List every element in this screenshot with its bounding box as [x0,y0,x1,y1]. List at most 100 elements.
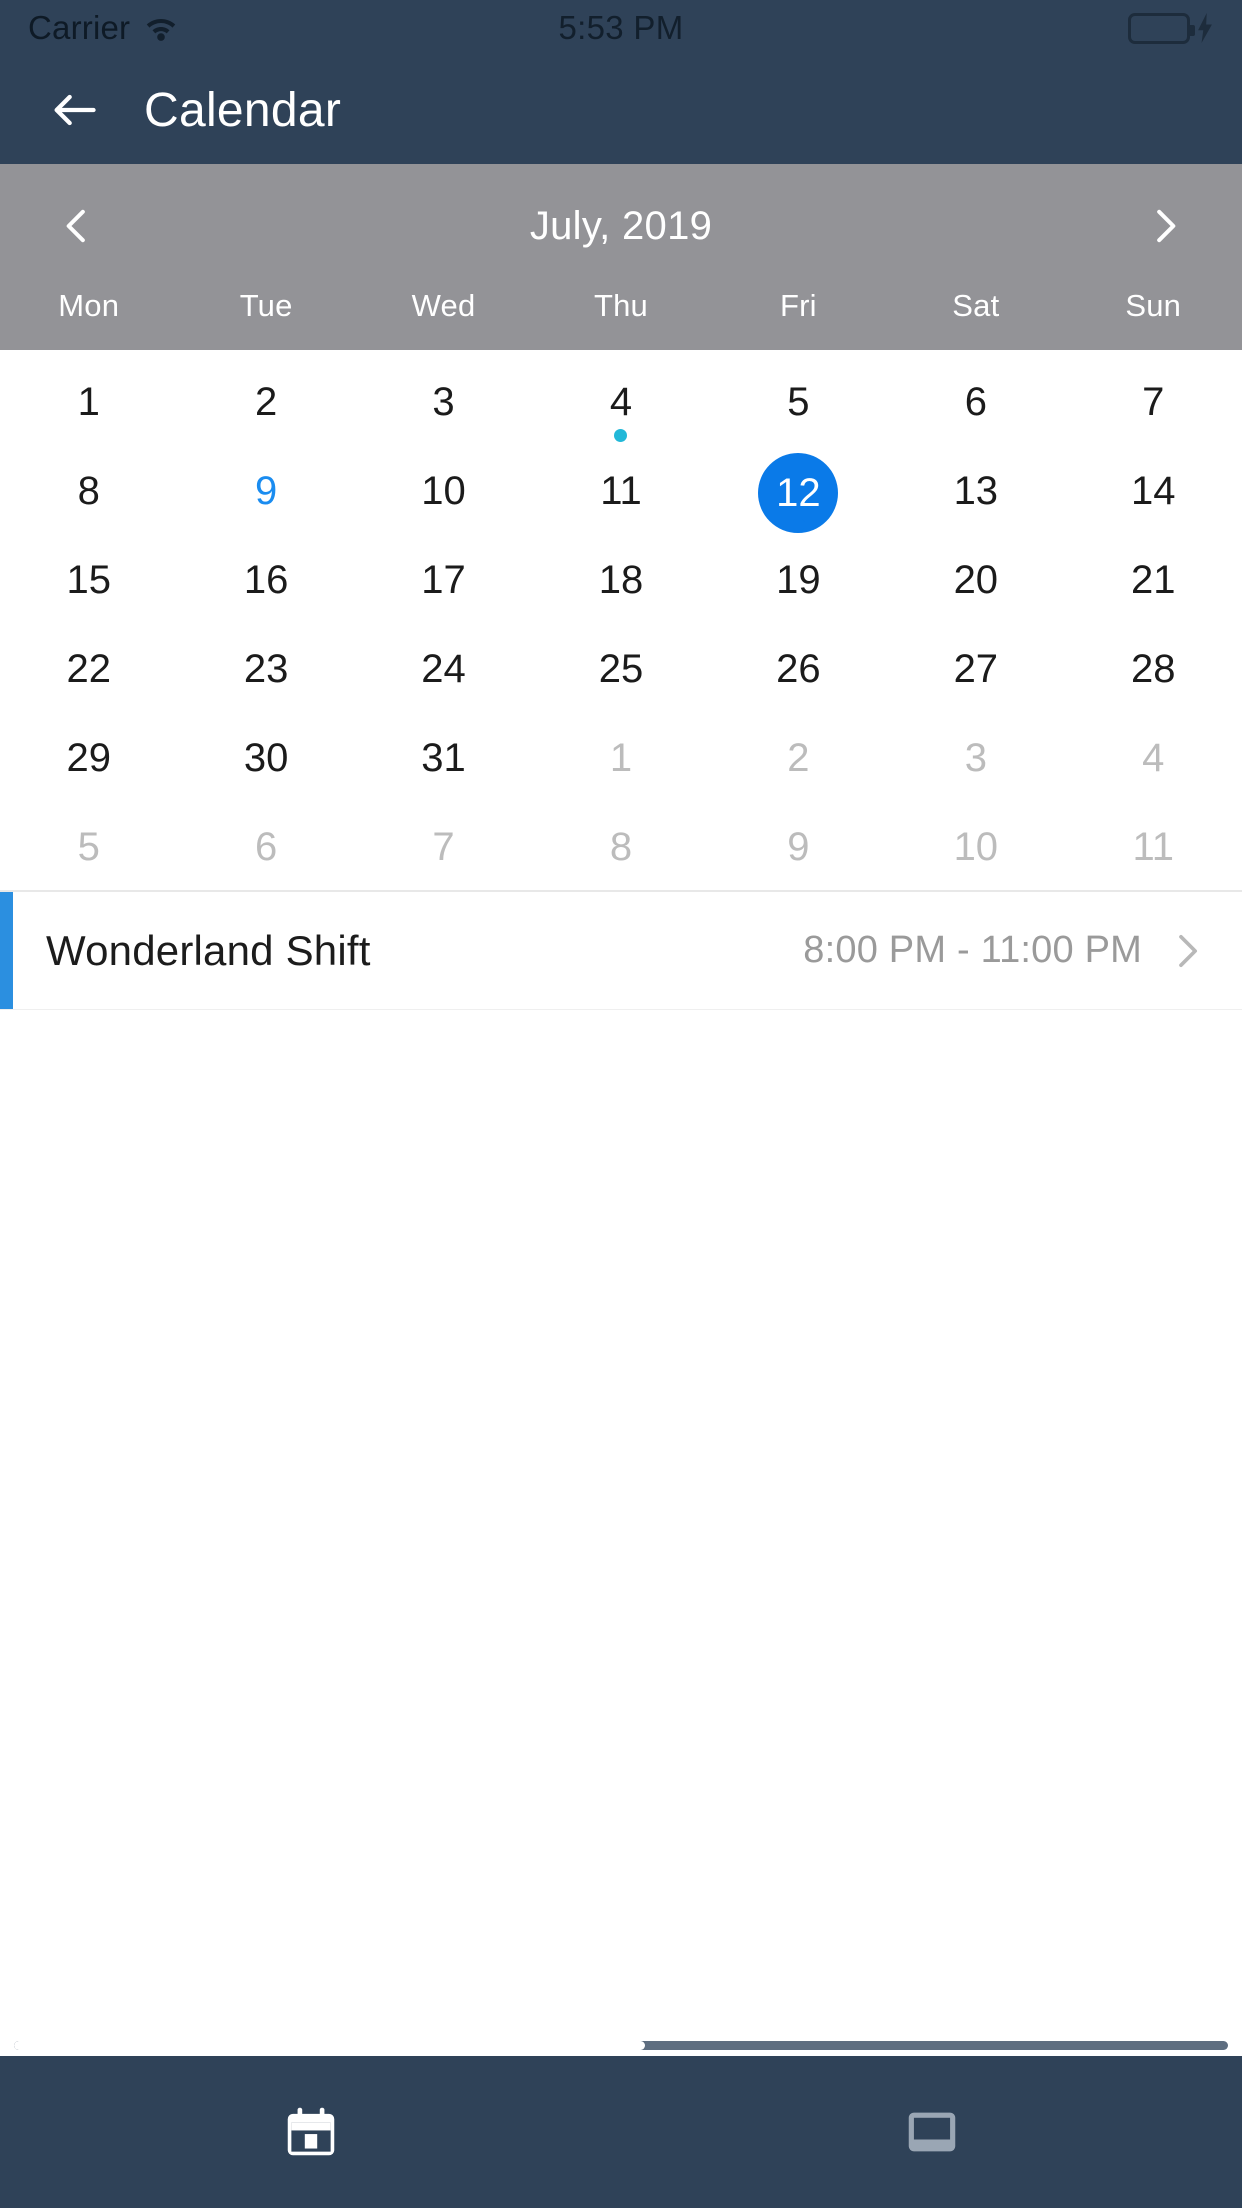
calendar-day-number: 30 [243,736,289,780]
back-button[interactable] [48,84,100,136]
calendar-day-cell[interactable]: 22 [0,623,177,712]
weekday-label-thu: Thu [593,288,648,323]
calendar-day-number: 9 [255,469,278,513]
month-label: July, 2019 [529,203,713,248]
calendar-day-cell[interactable]: 26 [710,623,887,712]
inbox-tray-icon [908,2112,955,2152]
calendar-day-cell[interactable]: 8 [0,445,177,534]
calendar-day-cell[interactable]: 11 [1065,801,1242,890]
calendar-day-cell[interactable]: 29 [0,712,177,801]
calendar-day-cell[interactable]: 6 [177,801,354,890]
calendar-day-number: 24 [421,647,466,691]
arrow-left-icon [54,94,96,126]
tab-calendar[interactable] [0,2056,621,2208]
calendar-week-row: 15 16 17 18 19 20 21 [0,534,1242,623]
weekday-label-sun: Sun [1125,288,1182,323]
calendar-day-number: 1 [77,380,100,424]
calendar-day-cell[interactable]: 2 [710,712,887,801]
battery-icon [1128,12,1195,44]
calendar-day-cell[interactable]: 3 [355,356,532,445]
calendar-day-number: 26 [776,647,821,691]
calendar-day-cell[interactable]: 3 [887,712,1064,801]
calendar-day-cell[interactable]: 8 [532,801,709,890]
calendar-day-cell[interactable]: 2 [177,356,354,445]
calendar-day-cell[interactable]: 10 [355,445,532,534]
tab-inbox[interactable] [621,2056,1242,2208]
event-title: Wonderland Shift [46,926,371,974]
calendar-day-cell[interactable]: 17 [355,534,532,623]
calendar-day-cell[interactable]: 28 [1065,623,1242,712]
event-row-right: 8:00 PM - 11:00 PM [803,929,1206,972]
calendar-week-row: 29 30 31 1 2 3 4 [0,712,1242,801]
calendar-grid: 1 2 3 4 5 6 7 8 9 10 11 12 13 14 15 16 17 18 19 20 21 22 23 24 2… [0,350,1242,890]
calendar-day-number: 25 [598,647,644,691]
calendar-day-number: 8 [609,825,633,869]
event-list: Wonderland Shift 8:00 PM - 11:00 PM [0,890,1242,2056]
scroll-indicator[interactable] [14,2041,1228,2050]
calendar-day-number: 2 [255,380,278,424]
weekday-header-row: Mon Tue Wed Thu Fri Sat Sun [0,274,1242,350]
calendar-event-dot [791,518,805,531]
calendar-day-cell[interactable]: 21 [1065,534,1242,623]
calendar-day-cell[interactable]: 4 [532,356,709,445]
calendar-day-number: 7 [432,825,455,869]
weekday-label-mon: Mon [58,288,120,323]
calendar-week-row: 1 2 3 4 5 6 7 [0,356,1242,445]
calendar-day-cell[interactable]: 7 [1065,356,1242,445]
calendar-day-number: 16 [243,558,289,602]
calendar-day-cell[interactable]: 1 [532,712,709,801]
event-time: 8:00 PM - 11:00 PM [803,929,1142,971]
calendar-day-number: 7 [1142,380,1165,424]
calendar-day-number: 19 [776,558,821,602]
calendar-day-cell[interactable]: 31 [355,712,532,801]
prev-month-button[interactable] [44,193,110,259]
calendar-day-cell[interactable]: 5 [0,801,177,890]
scroll-thumb[interactable] [14,2041,646,2050]
calendar-day-number: 10 [953,825,999,869]
calendar-day-cell[interactable]: 30 [177,712,354,801]
weekday-label-wed: Wed [411,288,476,323]
calendar-day-cell[interactable]: 23 [177,623,354,712]
calendar-header: July, 2019 Mon Tue Wed Thu Fri Sat Sun [0,164,1242,350]
page-title: Calendar [144,83,342,137]
calendar-day-number: 31 [421,736,466,780]
calendar-day-cell[interactable]: 4 [1065,712,1242,801]
calendar-week-row: 22 23 24 25 26 27 28 [0,623,1242,712]
calendar-day-cell[interactable]: 9 [710,801,887,890]
calendar-icon [287,2107,334,2156]
calendar-day-cell[interactable]: 5 [710,356,887,445]
calendar-day-number: 3 [432,380,455,424]
calendar-day-cell[interactable]: 19 [710,534,887,623]
calendar-day-cell[interactable]: 27 [887,623,1064,712]
calendar-event-dot [614,429,628,442]
calendar-day-cell[interactable]: 11 [532,445,709,534]
calendar-day-cell[interactable]: 9 [177,445,354,534]
calendar-day-number: 8 [77,469,100,513]
calendar-day-cell[interactable]: 1 [0,356,177,445]
calendar-day-cell[interactable]: 25 [532,623,709,712]
calendar-day-cell[interactable]: 7 [355,801,532,890]
event-row[interactable]: Wonderland Shift 8:00 PM - 11:00 PM [0,892,1242,1010]
calendar-day-number: 18 [598,558,644,602]
next-month-button[interactable] [1132,193,1198,259]
event-chevron-right-icon[interactable] [1166,931,1206,971]
weekday-label-tue: Tue [239,288,293,323]
calendar-day-cell[interactable]: 16 [177,534,354,623]
calendar-day-number: 3 [964,736,987,780]
status-bar: Carrier 5:53 PM [0,0,1242,56]
calendar-day-cell[interactable]: 13 [887,445,1064,534]
calendar-day-cell[interactable]: 10 [887,801,1064,890]
calendar-day-cell[interactable]: 12 [710,445,887,534]
phone-screen: Carrier 5:53 PM Calendar July, 2019 Mon … [0,0,1242,2208]
calendar-day-cell[interactable]: 24 [355,623,532,712]
calendar-day-number: 14 [1130,469,1176,513]
calendar-day-cell[interactable]: 6 [887,356,1064,445]
calendar-day-number: 20 [953,558,999,602]
calendar-day-cell[interactable]: 14 [1065,445,1242,534]
calendar-day-number: 5 [787,380,810,424]
calendar-day-number: 10 [421,469,466,513]
calendar-day-cell[interactable]: 18 [532,534,709,623]
calendar-day-cell[interactable]: 15 [0,534,177,623]
calendar-day-cell[interactable]: 20 [887,534,1064,623]
calendar-day-number: 13 [953,469,999,513]
